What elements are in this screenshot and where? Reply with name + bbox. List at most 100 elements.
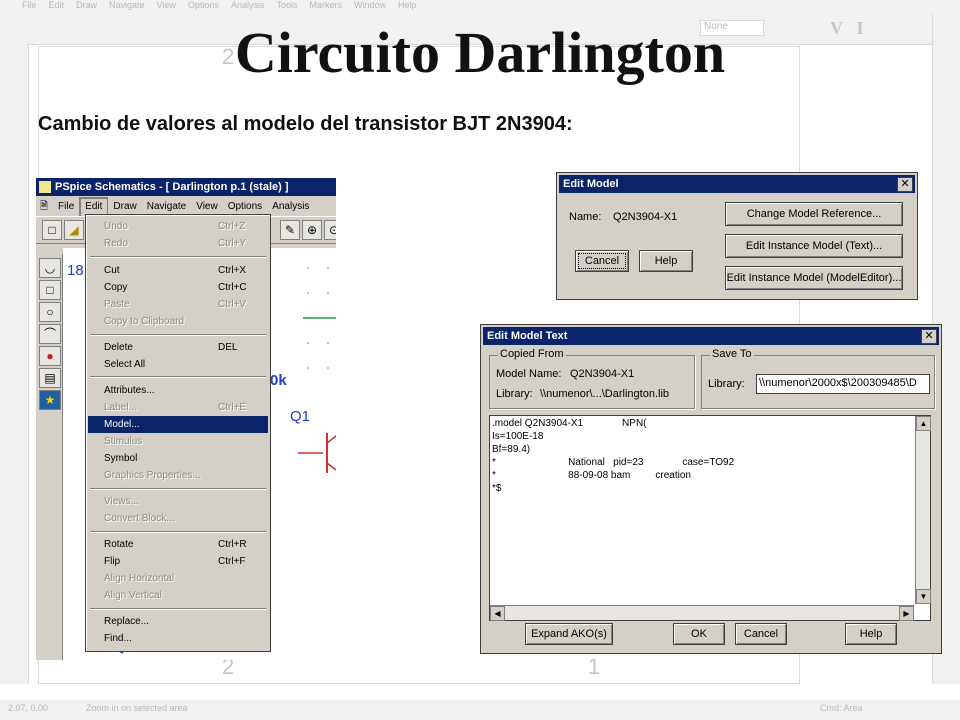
model-text-line: * 88-09-08 bam creation	[492, 470, 691, 481]
doc-icon[interactable]: 🗎	[36, 198, 53, 216]
close-icon[interactable]: ✕	[921, 329, 937, 344]
help-button[interactable]: Help	[845, 623, 897, 645]
bg-menu-options[interactable]: Options	[188, 0, 219, 10]
transistor-label: Q1	[290, 408, 311, 425]
bg-menu-draw[interactable]: Draw	[76, 0, 97, 10]
save-to-group: Save To Library: \\numenor\2000x$\200309…	[701, 348, 935, 409]
app-icon	[39, 181, 51, 193]
menu-item-replace[interactable]: Replace...	[88, 613, 268, 630]
bg-menu-tools[interactable]: Tools	[276, 0, 297, 10]
text-block-icon[interactable]: ▤	[39, 368, 61, 388]
menu-item-redo[interactable]: Redo Ctrl+Y	[88, 235, 268, 252]
menu-item-delete[interactable]: Delete DEL	[88, 339, 268, 356]
change-model-reference-button[interactable]: Change Model Reference...	[725, 202, 903, 226]
edit-model-title: Edit Model	[563, 178, 619, 190]
draw-arc-icon[interactable]: ◡	[39, 258, 61, 278]
edit-model-text-title: Edit Model Text	[487, 330, 568, 342]
scroll-up-icon[interactable]: ▲	[916, 416, 931, 431]
scroll-down-icon[interactable]: ▼	[916, 589, 931, 604]
model-text-line: *$	[492, 483, 502, 494]
new-file-icon[interactable]: □	[42, 220, 62, 240]
copied-from-group: Copied From Model Name: Q2N3904-X1 Libra…	[489, 348, 695, 409]
slide-title: Circuito Darlington	[234, 20, 726, 85]
rgb-color-icon[interactable]: ●	[39, 346, 61, 366]
library-label: Library:	[496, 388, 533, 400]
menu-analysis[interactable]: Analysis	[267, 198, 314, 216]
model-text-line: Is=100E-18	[492, 431, 544, 442]
menu-file[interactable]: File	[53, 198, 79, 216]
status-cmd: Cmd: Area	[820, 703, 863, 713]
menu-item-align-horizontal[interactable]: Align Horizontal	[88, 570, 268, 587]
menu-item-paste[interactable]: Paste Ctrl+V	[88, 296, 268, 313]
model-name-label: Model Name:	[496, 368, 562, 380]
bg-menu-markers[interactable]: Markers	[310, 0, 343, 10]
menu-separator	[90, 608, 266, 610]
background-menubar: File Edit Draw Navigate View Options Analysis T…	[0, 0, 960, 14]
edit-instance-model-text-button[interactable]: Edit Instance Model (Text)...	[725, 234, 903, 258]
menu-item-convert-block[interactable]: Convert Block...	[88, 510, 268, 527]
menu-item-graphics-properties[interactable]: Graphics Properties...	[88, 467, 268, 484]
draw-polyline-icon[interactable]: ⌒	[39, 324, 61, 344]
menu-separator	[90, 256, 266, 258]
slide-subtitle: Cambio de valores al modelo del transist…	[38, 113, 573, 135]
bg-menu-navigate[interactable]: Navigate	[109, 0, 145, 10]
schematics-left-toolbar: ◡ □ ○ ⌒ ● ▤ ★	[36, 254, 63, 660]
expand-ako-button[interactable]: Expand AKO(s)	[525, 623, 613, 645]
bg-menu-help[interactable]: Help	[398, 0, 417, 10]
edit-instance-model-editor-button[interactable]: Edit Instance Model (ModelEditor)...	[725, 266, 903, 290]
menu-item-undo[interactable]: Undo Ctrl+Z	[88, 218, 268, 235]
edit-menu-dropdown: Undo Ctrl+Z Redo Ctrl+Y Cut Ctrl+X Copy Ctrl…	[85, 214, 271, 652]
schematics-title: PSpice Schematics - [ Darlington p.1 (st…	[55, 181, 289, 193]
menu-item-cut[interactable]: Cut Ctrl+X	[88, 262, 268, 279]
menu-item-rotate[interactable]: Rotate Ctrl+R	[88, 536, 268, 553]
menu-item-flip[interactable]: Flip Ctrl+F	[88, 553, 268, 570]
menu-item-model[interactable]: Model...	[88, 416, 268, 433]
help-button[interactable]: Help	[639, 250, 693, 272]
background-canvas-number: 1	[588, 654, 601, 679]
schematics-titlebar[interactable]: PSpice Schematics - [ Darlington p.1 (st…	[36, 178, 336, 196]
canvas-label-number: 18	[67, 262, 84, 279]
name-label: Name:	[569, 211, 602, 223]
vertical-scrollbar[interactable]: ▲ ▼	[915, 416, 931, 604]
draw-box-icon[interactable]: □	[39, 280, 61, 300]
menu-item-select-all[interactable]: Select All	[88, 356, 268, 373]
library-value: \\numenor\...\Darlington.lib	[540, 388, 670, 400]
edit-model-text-titlebar[interactable]: Edit Model Text	[483, 327, 939, 345]
edit-model-dialog: Edit Model ✕ Name: Q2N3904-X1 Change Mod…	[556, 172, 918, 300]
ok-button[interactable]: OK	[673, 623, 725, 645]
menu-item-label[interactable]: Label... Ctrl+E	[88, 399, 268, 416]
bg-menu-analysis[interactable]: Analysis	[231, 0, 265, 10]
status-coords: 2.07, 0.00	[8, 703, 49, 713]
cancel-button[interactable]: Cancel	[735, 623, 787, 645]
zoom-icon[interactable]: ⊙	[324, 220, 336, 240]
menu-item-attributes[interactable]: Attributes...	[88, 382, 268, 399]
menu-separator	[90, 376, 266, 378]
save-library-input[interactable]: \\numenor\2000x$\200309485\D	[756, 374, 930, 394]
scroll-right-icon[interactable]: ▶	[899, 606, 914, 621]
menu-item-copy[interactable]: Copy Ctrl+C	[88, 279, 268, 296]
menu-separator	[90, 488, 266, 490]
cancel-button[interactable]: Cancel	[575, 250, 629, 272]
menu-item-find[interactable]: Find...	[88, 630, 268, 647]
open-folder-icon[interactable]: ◢	[64, 220, 84, 240]
close-icon[interactable]: ✕	[897, 177, 913, 192]
scroll-left-icon[interactable]: ◀	[490, 606, 505, 621]
bg-menu-view[interactable]: View	[157, 0, 176, 10]
bg-menu-file[interactable]: File	[22, 0, 37, 10]
menu-item-align-vertical[interactable]: Align Vertical	[88, 587, 268, 604]
zoom-in-icon[interactable]: ⊕	[302, 220, 322, 240]
menu-item-symbol[interactable]: Symbol	[88, 450, 268, 467]
bg-menu-edit[interactable]: Edit	[49, 0, 65, 10]
model-text-editor[interactable]: .model Q2N3904-X1 NPN( Is=100E-18 Bf=89.…	[489, 415, 931, 621]
menu-item-copy-to-clipboard[interactable]: Copy to Clipboard	[88, 313, 268, 330]
draw-circle-icon[interactable]: ○	[39, 302, 61, 322]
menu-item-stimulus[interactable]: Stimulus	[88, 433, 268, 450]
edit-model-titlebar[interactable]: Edit Model	[559, 175, 915, 193]
bg-menu-window[interactable]: Window	[354, 0, 386, 10]
horizontal-scrollbar[interactable]: ◀ ▶	[490, 605, 914, 621]
status-message: Zoom in on selected area	[86, 703, 188, 713]
image-icon[interactable]: ★	[39, 390, 61, 410]
schematics-menubar: 🗎 File Edit Draw Navigate View Options Analysis	[36, 197, 336, 217]
menu-item-views[interactable]: Views...	[88, 493, 268, 510]
pencil-icon[interactable]: ✎	[280, 220, 300, 240]
